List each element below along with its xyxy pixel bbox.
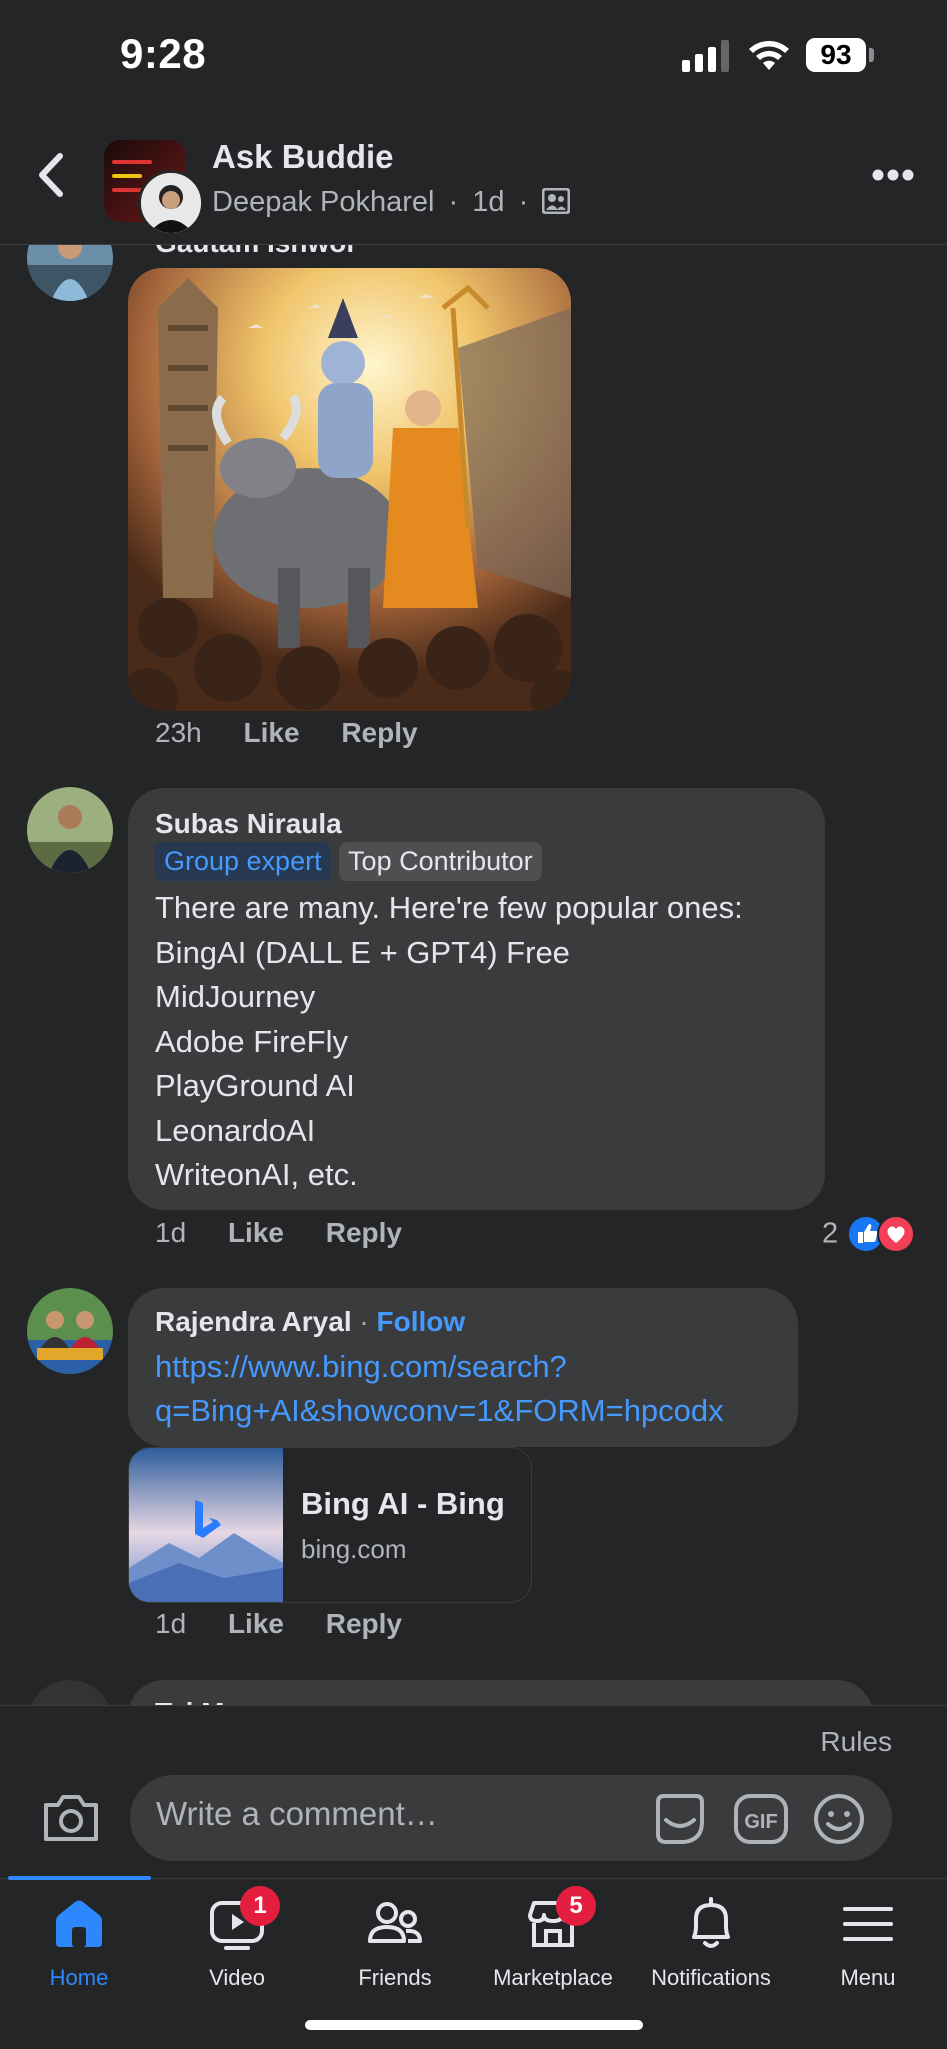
friends-icon xyxy=(368,1902,422,1943)
reply-button[interactable]: Reply xyxy=(326,1217,402,1248)
separator: · xyxy=(518,186,529,218)
like-button[interactable]: Like xyxy=(244,717,300,748)
follow-button[interactable]: Follow xyxy=(377,1306,466,1337)
comment-time: 1d xyxy=(155,1608,187,1639)
comment-line: There are many. Here're few popular ones… xyxy=(155,890,743,925)
comment-line: WriteonAI, etc. xyxy=(155,1157,358,1192)
link-line[interactable]: https://www.bing.com/search? xyxy=(155,1345,724,1389)
tab-label: Notifications xyxy=(651,1965,771,1990)
camera-icon[interactable] xyxy=(42,1791,100,1843)
comment-line: MidJourney xyxy=(155,979,316,1014)
tab-label: Marketplace xyxy=(493,1965,613,1990)
battery-nub xyxy=(869,48,874,62)
comment-actions: 1d Like Reply xyxy=(155,1217,402,1249)
comment-placeholder[interactable]: Write a comment… xyxy=(156,1795,438,1833)
preview-domain: bing.com xyxy=(301,1534,407,1564)
battery-icon: 93 xyxy=(806,38,866,72)
comment-time: 23h xyxy=(155,717,202,748)
comment-line: Adobe FireFly xyxy=(155,1023,348,1059)
comment-author[interactable]: Gautam Ishwor xyxy=(155,245,357,259)
badge-row: Group expert Top Contributor xyxy=(155,842,542,881)
comment-text: There are many. Here're few popular ones… xyxy=(155,886,815,1198)
reactions-summary[interactable]: 2 xyxy=(822,1215,916,1255)
comment-author-row: Rajendra Aryal · Follow xyxy=(155,1306,466,1337)
comment-link[interactable]: https://www.bing.com/search? q=Bing+AI&s… xyxy=(155,1345,724,1433)
tab-label: Home xyxy=(49,1965,109,1990)
comment-time: 1d xyxy=(155,1217,187,1248)
bell-icon xyxy=(692,1897,730,1948)
back-arrow-icon[interactable] xyxy=(34,150,70,200)
commenter-avatar[interactable] xyxy=(27,787,113,873)
link-line[interactable]: q=Bing+AI&showconv=1&FORM=hpcodx xyxy=(155,1389,724,1433)
preview-title[interactable]: Bing AI - Bing xyxy=(301,1486,505,1522)
tab-marketplace[interactable]: Marketplace xyxy=(474,1895,632,1991)
like-button[interactable]: Like xyxy=(228,1608,284,1639)
signal-icon xyxy=(682,40,729,72)
link-preview-card[interactable]: Bing AI - Bing bing.com xyxy=(128,1447,532,1603)
sticker-icon[interactable] xyxy=(652,1792,708,1846)
bing-preview-image xyxy=(129,1448,283,1602)
tab-friends[interactable]: Friends xyxy=(316,1895,474,1991)
home-indicator xyxy=(305,2020,643,2030)
love-reaction-icon xyxy=(877,1215,916,1253)
reaction-count: 2 xyxy=(822,1217,839,1250)
tab-notifications[interactable]: Notifications xyxy=(632,1895,790,1991)
active-tab-indicator xyxy=(8,1876,151,1880)
author-avatar[interactable] xyxy=(138,170,204,236)
gif-icon[interactable]: GIF xyxy=(733,1792,789,1846)
commenter-avatar[interactable] xyxy=(27,245,113,301)
reply-button[interactable]: Reply xyxy=(326,1608,402,1639)
wifi-icon xyxy=(749,41,789,70)
post-age: 1d xyxy=(472,186,505,218)
tab-home[interactable]: Home xyxy=(0,1895,158,1991)
comment-author[interactable]: Rajendra Aryal xyxy=(155,1306,352,1337)
comment-author[interactable]: Subas Niraula xyxy=(155,808,342,840)
group-title[interactable]: Ask Buddie xyxy=(212,138,394,176)
like-button[interactable]: Like xyxy=(228,1217,284,1248)
svg-text:GIF: GIF xyxy=(744,1811,777,1833)
comment-bubble[interactable] xyxy=(128,1680,873,1705)
tab-label: Video xyxy=(209,1965,265,1990)
home-icon xyxy=(56,1900,102,1947)
video-badge: 1 xyxy=(240,1886,280,1926)
author-name[interactable]: Deepak Pokharel xyxy=(212,186,434,218)
comment-author[interactable]: Taj M xyxy=(155,1697,224,1705)
tab-menu[interactable]: Menu xyxy=(789,1895,947,1991)
more-options-icon[interactable] xyxy=(872,168,914,182)
commenter-avatar[interactable] xyxy=(27,1288,113,1374)
tab-video[interactable]: Video xyxy=(158,1895,316,1991)
comment-image[interactable] xyxy=(128,268,571,711)
comment-line: LeonardoAI xyxy=(155,1112,316,1148)
group-privacy-icon xyxy=(541,187,571,215)
menu-icon xyxy=(843,1907,893,1941)
reply-button[interactable]: Reply xyxy=(341,717,417,748)
group-expert-badge: Group expert xyxy=(155,842,331,881)
post-subtitle: Deepak Pokharel · 1d · xyxy=(212,186,571,219)
comment-line: PlayGround AI xyxy=(155,1068,355,1103)
comment-line: BingAI (DALL E + GPT4) Free xyxy=(155,934,570,970)
separator: · xyxy=(448,186,459,218)
emoji-icon[interactable] xyxy=(812,1792,866,1846)
comment-actions: 1d Like Reply xyxy=(155,1608,402,1640)
tab-label: Friends xyxy=(358,1965,432,1990)
tab-label: Menu xyxy=(840,1965,896,1990)
rules-link[interactable]: Rules xyxy=(820,1726,892,1758)
status-time: 9:28 xyxy=(120,30,207,77)
top-contributor-badge: Top Contributor xyxy=(339,842,542,881)
comment-actions: 23h Like Reply xyxy=(155,717,418,749)
marketplace-badge: 5 xyxy=(556,1886,596,1926)
comments-list[interactable]: Gautam Ishwor xyxy=(0,245,947,1705)
commenter-avatar[interactable] xyxy=(27,1680,113,1705)
